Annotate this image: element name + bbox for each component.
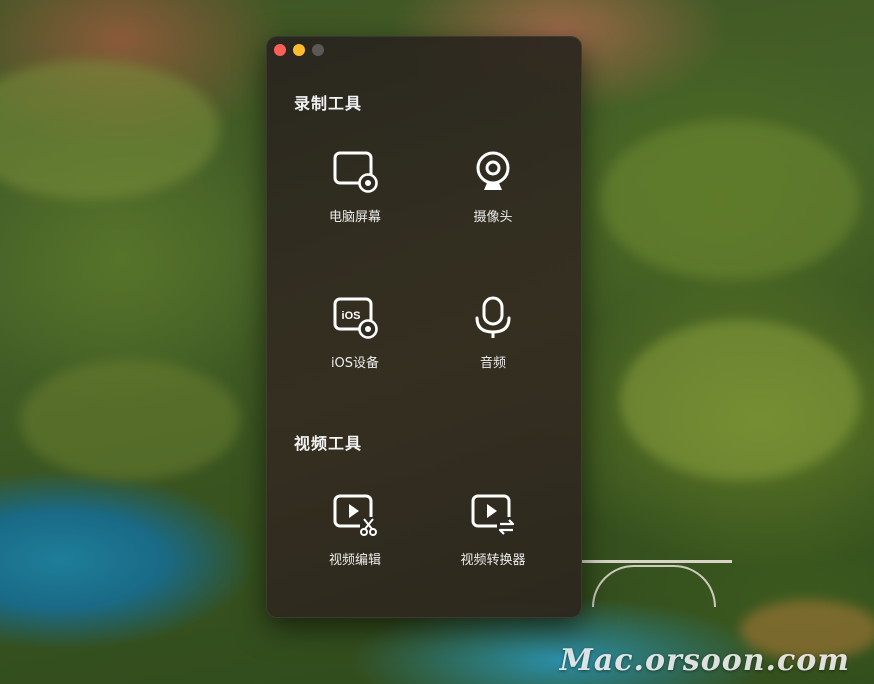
bridge-arch: [592, 565, 716, 607]
tool-video-edit[interactable]: 视频编辑: [295, 493, 415, 593]
tool-label: iOS设备: [330, 356, 380, 371]
wallpaper-ridge: [20, 360, 240, 480]
tool-label: 音频: [479, 356, 506, 371]
webcam-icon: [470, 150, 516, 194]
wallpaper-ridge: [620, 320, 860, 480]
screen-record-icon: [332, 150, 378, 194]
video-edit-icon: [332, 493, 378, 537]
zoom-button[interactable]: [312, 44, 324, 56]
app-window: 录制工具 电脑屏幕 摄像头 iOS iOS设备 音频 视频工具 视频编辑 视频转…: [266, 36, 582, 618]
video-tools-title: 视频工具: [294, 434, 363, 453]
tool-label: 摄像头: [473, 210, 513, 225]
close-button[interactable]: [274, 44, 286, 56]
tool-webcam[interactable]: 摄像头: [433, 150, 553, 250]
ios-device-icon: iOS: [332, 296, 378, 340]
tool-label: 视频编辑: [328, 553, 381, 568]
recording-tools-title: 录制工具: [294, 94, 363, 113]
window-controls: [274, 44, 324, 56]
minimize-button[interactable]: [293, 44, 305, 56]
svg-text:iOS: iOS: [342, 310, 361, 322]
wallpaper-ridge: [600, 120, 860, 280]
tool-screen-record[interactable]: 电脑屏幕: [295, 150, 415, 250]
wallpaper-ridge: [0, 60, 220, 200]
video-convert-icon: [470, 493, 516, 537]
microphone-icon: [470, 296, 516, 340]
tool-label: 视频转换器: [460, 553, 526, 568]
desktop-wallpaper: Mac.orsoon.com 录制工具 电脑屏幕 摄像头 iOS iOS设备 音…: [0, 0, 874, 684]
tool-label: 电脑屏幕: [328, 210, 381, 225]
tool-video-convert[interactable]: 视频转换器: [433, 493, 553, 593]
tool-audio[interactable]: 音频: [433, 296, 553, 396]
bridge: [582, 560, 732, 607]
watermark: Mac.orsoon.com: [559, 643, 850, 678]
tool-ios-device[interactable]: iOS iOS设备: [295, 296, 415, 396]
